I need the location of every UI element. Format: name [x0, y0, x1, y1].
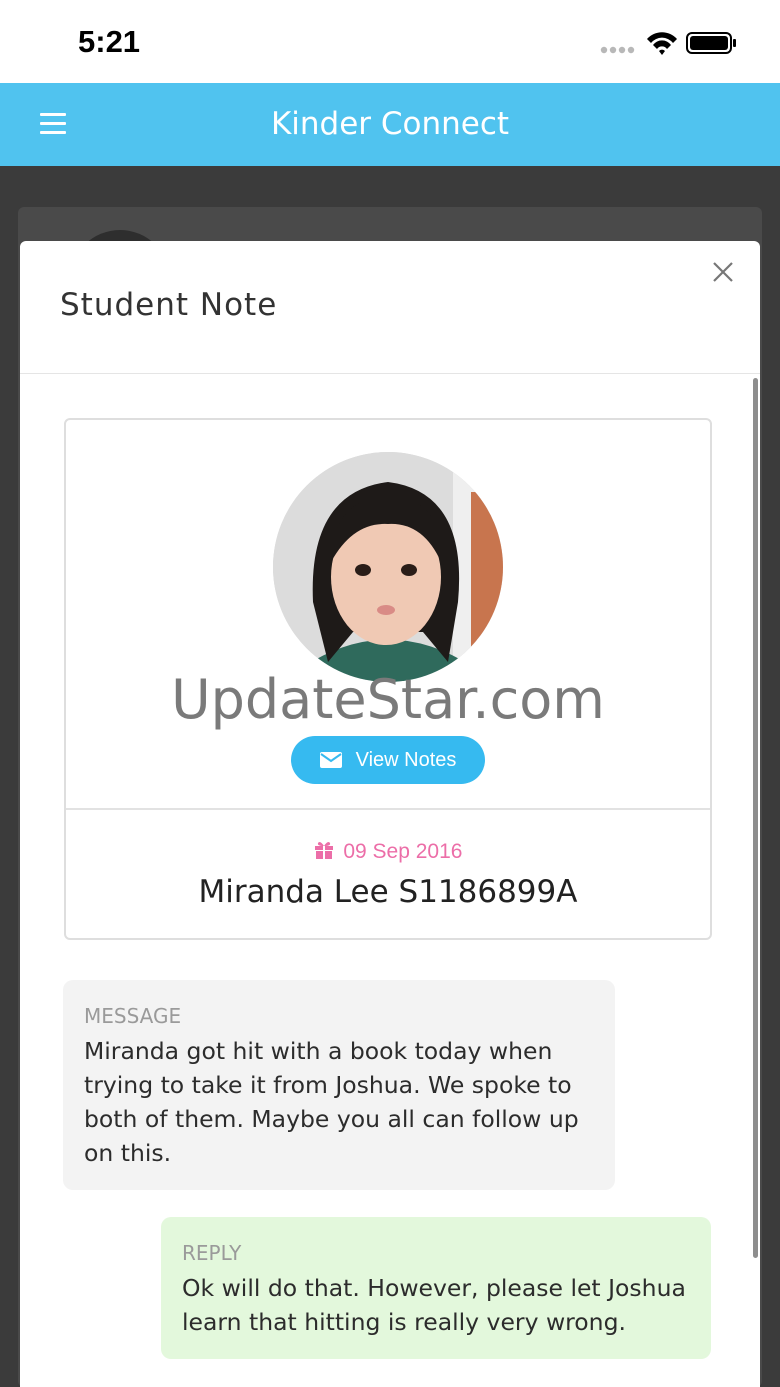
card-divider: [66, 808, 710, 810]
message-bubble: MESSAGE Miranda got hit with a book toda…: [63, 980, 615, 1190]
signal-dots-icon: [600, 46, 635, 54]
scrollbar[interactable]: [753, 378, 758, 1258]
status-time: 5:21: [78, 24, 141, 59]
modal-title: Student Note: [60, 287, 278, 323]
envelope-icon: [319, 752, 342, 768]
message-text: Miranda got hit with a book today when t…: [84, 1037, 579, 1167]
battery-icon: [686, 32, 736, 54]
student-name: Miranda Lee S1186899A: [198, 874, 578, 910]
close-icon[interactable]: [712, 261, 734, 283]
reply-label: REPLY: [182, 1241, 242, 1265]
student-card: UpdateStar.com View Notes 09 Sep 2016 Mi…: [64, 418, 712, 940]
modal-header: Student Note: [20, 241, 760, 374]
student-note-modal: Student Note UpdateStar.com View Notes 0…: [20, 241, 760, 1387]
birthday-row: 09 Sep 2016: [66, 840, 710, 864]
app-title: Kinder Connect: [270, 106, 510, 142]
view-notes-label: View Notes: [355, 748, 457, 771]
status-bar: 5:21: [0, 0, 780, 83]
watermark-text: UpdateStar.com: [171, 668, 605, 731]
birthday-date: 09 Sep 2016: [343, 840, 463, 863]
wifi-icon: [647, 32, 677, 55]
reply-bubble: REPLY Ok will do that. However, please l…: [161, 1217, 711, 1359]
message-label: MESSAGE: [84, 1004, 182, 1028]
reply-text: Ok will do that. However, please let Jos…: [182, 1274, 686, 1336]
gift-icon: [314, 842, 333, 859]
status-icons: [600, 32, 736, 55]
student-photo: [273, 452, 503, 682]
view-notes-button[interactable]: View Notes: [291, 736, 485, 784]
